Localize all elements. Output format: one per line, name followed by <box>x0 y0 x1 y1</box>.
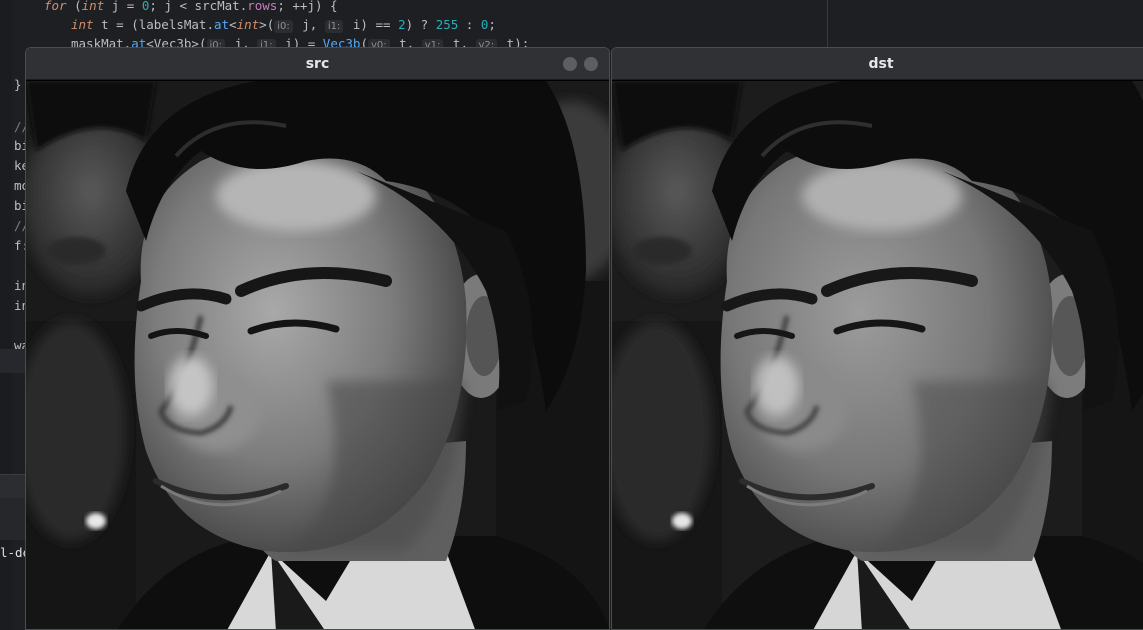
window-minimize-icon[interactable] <box>563 57 577 71</box>
tool-window-body <box>0 498 28 540</box>
number-literal: 2 <box>398 17 406 32</box>
src-image-window[interactable]: src <box>25 47 610 630</box>
code-closing-brace[interactable]: } <box>14 76 22 94</box>
inlay-hint: i1: <box>324 20 344 33</box>
dst-title-bar[interactable]: dst <box>612 48 1143 80</box>
code-line-for-loop[interactable]: for (int j = 0; j < srcMat.rows; ++j) { <box>44 0 338 15</box>
code-token: j = <box>104 0 142 13</box>
keyword-int: int <box>81 0 105 13</box>
keyword-int: int <box>236 17 260 32</box>
code-token: ) ? <box>405 17 436 32</box>
code-token: >( <box>259 17 275 32</box>
inlay-hint: i0: <box>274 20 293 33</box>
code-token: ( <box>66 0 82 13</box>
code-token: : <box>458 17 481 32</box>
portrait-photo <box>26 81 609 629</box>
code-token: ; <box>488 17 496 32</box>
smoothed-portrait-photo <box>612 81 1143 629</box>
tool-window-bar <box>0 474 28 498</box>
method-at: at <box>214 17 230 32</box>
keyword-for: for <box>44 0 67 13</box>
code-token: < <box>229 17 237 32</box>
code-token: i) == <box>345 17 399 32</box>
window-close-icon[interactable] <box>584 57 598 71</box>
current-line-highlight <box>0 349 28 373</box>
dst-image <box>612 81 1143 629</box>
src-title-bar[interactable]: src <box>26 48 609 80</box>
dst-image-window[interactable]: dst <box>611 47 1143 630</box>
window-title: dst <box>868 56 894 72</box>
code-token: j, <box>294 17 325 32</box>
field-rows: rows <box>247 0 278 13</box>
code-line-ternary[interactable]: int t = (labelsMat.at<int>(i0: j, i1: i)… <box>71 16 496 34</box>
code-token: ; j < srcMat. <box>149 0 248 13</box>
code-token: t = (labelsMat. <box>93 17 214 32</box>
number-literal: 255 <box>435 17 459 32</box>
code-token: ; ++j) { <box>277 0 338 13</box>
window-title: src <box>305 56 330 72</box>
panel-divider <box>827 0 828 48</box>
src-image <box>26 81 609 629</box>
keyword-int: int <box>71 17 94 32</box>
